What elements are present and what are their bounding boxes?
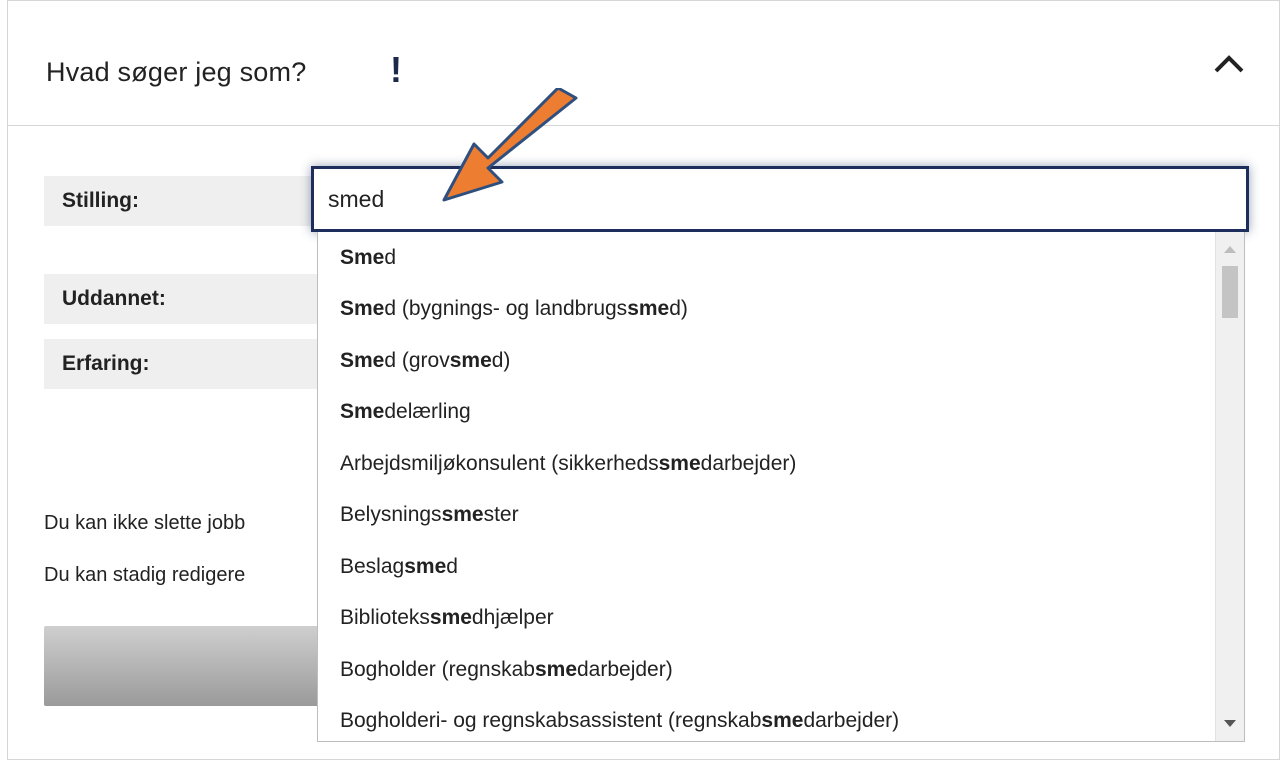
option-text: darbejder) (803, 709, 900, 733)
option-text: Beslag (340, 554, 405, 578)
scroll-up-icon[interactable] (1224, 246, 1236, 253)
position-label: Stilling: (44, 176, 324, 226)
info-text-delete: Du kan ikke slette jobb (44, 512, 246, 534)
option-text: d) (669, 297, 688, 321)
dropdown-scrollbar[interactable] (1215, 232, 1244, 741)
dropdown-option[interactable]: Sme d (bygnings- og landbrugs sme d) (318, 284, 1244, 336)
option-text: Arbejdsmiljøkonsulent (sikkerheds (340, 451, 659, 475)
option-text: Biblioteks (340, 606, 430, 630)
scroll-down-icon[interactable] (1224, 720, 1236, 727)
option-match-text: Sme (340, 400, 385, 424)
dropdown-option[interactable]: Sme d (grov sme d) (318, 335, 1244, 387)
option-text: d (bygnings- og landbrugs (384, 297, 628, 321)
submit-button[interactable] (44, 626, 334, 706)
warning-icon: ! (390, 49, 402, 90)
option-text: Bogholder (regnskab (340, 657, 535, 681)
option-list: Sme d Sme d (bygnings- og landbrugs sme d) Sme… (318, 232, 1244, 742)
option-match-text: sme (534, 657, 577, 681)
option-match-text: sme (429, 606, 472, 630)
panel-title: Hvad søger jeg som? (46, 57, 307, 87)
dropdown-option[interactable]: Bogholderi- og regnskabsassistent (regns… (318, 696, 1244, 742)
dropdown-option[interactable]: Sme d (318, 232, 1244, 284)
option-match-text: sme (658, 451, 701, 475)
info-text-edit: Du kan stadig redigere (44, 564, 246, 586)
chevron-up-icon[interactable] (1212, 51, 1246, 77)
option-text: d (grov (384, 348, 450, 372)
option-match-text: sme (449, 348, 492, 372)
option-match-text: sme (441, 503, 484, 527)
option-text: Bogholderi- og regnskabsassistent (regns… (340, 709, 762, 733)
option-text: d (446, 554, 458, 578)
option-match-text: Sme (340, 348, 385, 372)
option-text: dhjælper (471, 606, 554, 630)
option-match-text: sme (761, 709, 804, 733)
position-search-input[interactable] (311, 166, 1249, 232)
option-text: d) (491, 348, 511, 372)
dropdown-option[interactable]: Bogholder (regnskab sme darbejder) (318, 644, 1244, 696)
education-label: Uddannet: (44, 274, 324, 324)
option-match-text: sme (404, 554, 447, 578)
option-text: Belysnings (340, 503, 442, 527)
option-match-text: Sme (340, 297, 385, 321)
option-text: darbejder) (700, 451, 797, 475)
dropdown-option[interactable]: Sme delærling (318, 387, 1244, 439)
autocomplete-dropdown: Sme d Sme d (bygnings- og landbrugs sme d) Sme… (317, 232, 1245, 742)
option-text: darbejder) (577, 657, 673, 681)
dropdown-option[interactable]: Beslag sme d (318, 541, 1244, 593)
option-text: ster (483, 503, 519, 527)
experience-label: Erfaring: (44, 339, 324, 389)
panel-header[interactable]: Hvad søger jeg som? ! (8, 1, 1279, 126)
option-match-text: sme (627, 297, 670, 321)
option-text: d (384, 245, 397, 269)
dropdown-option[interactable]: Biblioteks sme dhjælper (318, 593, 1244, 645)
option-match-text: Sme (340, 245, 385, 269)
dropdown-option[interactable]: Belysnings sme ster (318, 490, 1244, 542)
dropdown-option[interactable]: Arbejdsmiljøkonsulent (sikkerheds sme darb… (318, 438, 1244, 490)
option-text: delærling (384, 400, 471, 424)
scroll-thumb[interactable] (1222, 266, 1238, 318)
